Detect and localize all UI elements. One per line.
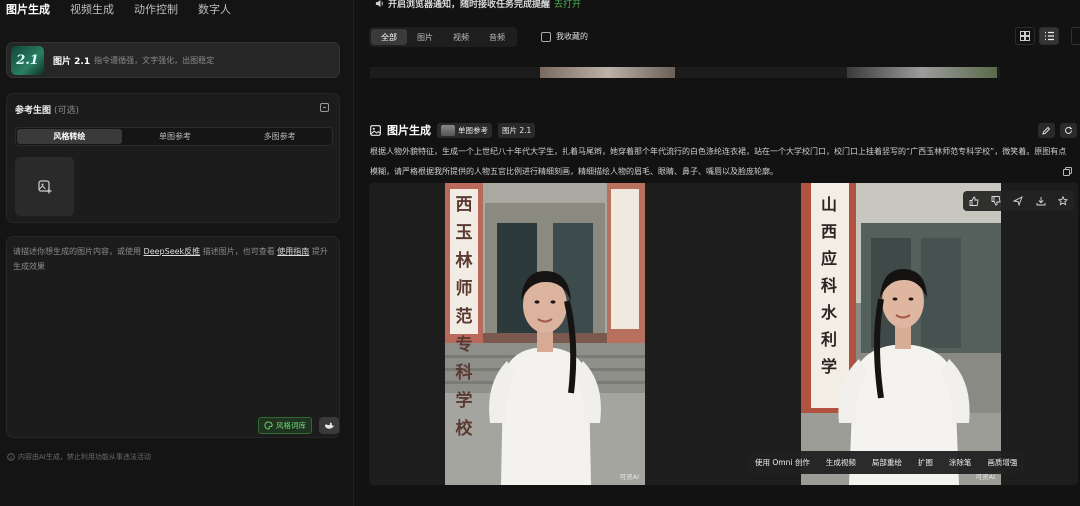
deepseek-link[interactable]: DeepSeek反推 bbox=[144, 247, 201, 256]
watermark: 可灵AI bbox=[619, 473, 639, 481]
upload-image-button[interactable] bbox=[15, 157, 74, 216]
result-canvas: 西玉林师范专科学校 可灵AI 山西应科水利学 可灵AI 使用 Omni 创作 生… bbox=[369, 183, 1078, 485]
download-button[interactable] bbox=[1034, 195, 1047, 208]
filter-videos[interactable]: 视频 bbox=[443, 29, 479, 45]
prompt-input[interactable]: 请描述你想生成的图片内容，或使用 DeepSeek反推 描述图片，也可查看 使用… bbox=[6, 236, 340, 438]
gate-sign-left: 西玉林师范专科学校 bbox=[455, 195, 473, 439]
browser-notice: 开启浏览器通知，随时接收任务完成提醒 去打开 bbox=[375, 0, 581, 10]
tab-single-reference[interactable]: 单图参考 bbox=[123, 128, 228, 145]
top-tabs: 图片生成 视频生成 动作控制 数字人 bbox=[6, 0, 231, 18]
grid-view-button[interactable] bbox=[1015, 27, 1035, 45]
previous-results-strip bbox=[370, 67, 1000, 78]
edit-button[interactable] bbox=[1038, 123, 1055, 138]
notice-text: 开启浏览器通知，随时接收任务完成提醒 bbox=[388, 0, 551, 10]
view-toggle bbox=[1015, 27, 1059, 45]
favorites-label: 我收藏的 bbox=[556, 32, 588, 41]
model-selector[interactable]: 2.1 图片 2.1 指令遵循强，文字强化，出图稳定 bbox=[6, 42, 340, 78]
star-icon bbox=[1057, 196, 1068, 206]
generation-title: 图片生成 bbox=[387, 124, 431, 137]
filter-all[interactable]: 全部 bbox=[371, 29, 407, 45]
generate-video-button[interactable]: 生成视频 bbox=[818, 457, 864, 468]
tab-multi-reference[interactable]: 多图参考 bbox=[227, 128, 332, 145]
palette-icon bbox=[264, 421, 273, 430]
guide-link[interactable]: 使用指南 bbox=[277, 247, 309, 256]
dislike-button[interactable] bbox=[990, 195, 1003, 208]
style-library-button[interactable]: 风格词库 bbox=[258, 417, 312, 434]
thumbs-down-icon bbox=[991, 196, 1001, 206]
speaker-icon bbox=[375, 0, 383, 7]
reference-section: 参考生图 (可选) 风格转绘 单图参考 多图参考 bbox=[6, 93, 340, 223]
tab-digital-human[interactable]: 数字人 bbox=[198, 1, 231, 17]
outpaint-button[interactable]: 扩图 bbox=[910, 457, 941, 468]
prev-image[interactable] bbox=[540, 67, 675, 78]
type-filter: 全部 图片 视频 音频 bbox=[369, 27, 517, 47]
share-button[interactable] bbox=[1012, 195, 1025, 208]
thumbs-up-icon bbox=[969, 196, 979, 206]
panel-edge-button[interactable] bbox=[1071, 27, 1080, 45]
gate-sign-right: 山西应科水利学 bbox=[820, 195, 837, 376]
reference-mode-tabs: 风格转绘 单图参考 多图参考 bbox=[15, 127, 333, 146]
enable-notifications-link[interactable]: 去打开 bbox=[554, 0, 581, 10]
left-panel: 图片生成 视频生成 动作控制 数字人 2.1 图片 2.1 指令遵循强，文字强化… bbox=[0, 0, 354, 506]
like-button[interactable] bbox=[968, 195, 981, 208]
grid-icon bbox=[1020, 31, 1030, 41]
download-icon bbox=[1036, 197, 1046, 206]
generated-image[interactable]: 山西应科水利学 可灵AI bbox=[801, 183, 1001, 485]
omni-create-button[interactable]: 使用 Omni 创作 bbox=[747, 457, 818, 468]
model-name: 图片 2.1 bbox=[53, 56, 91, 67]
upscale-button[interactable]: 画质增强 bbox=[979, 457, 1025, 468]
send-icon bbox=[1013, 196, 1024, 206]
tab-video-generation[interactable]: 视频生成 bbox=[70, 1, 114, 17]
style-library-label: 风格词库 bbox=[276, 421, 306, 430]
tag-model[interactable]: 图片 2.1 bbox=[498, 122, 536, 138]
generated-image-art bbox=[445, 183, 645, 485]
disclaimer: 内容由AI生成，禁止利用功能从事违法活动 bbox=[7, 452, 151, 462]
filter-images[interactable]: 图片 bbox=[407, 29, 443, 45]
results-panel: 开启浏览器通知，随时接收任务完成提醒 去打开 全部 图片 视频 音频 我收藏的 … bbox=[355, 0, 1080, 506]
generated-image[interactable]: 西玉林师范专科学校 可灵AI bbox=[445, 183, 645, 485]
generation-prompt: 根据人物外貌特征，生成一个上世纪八十年代大学生，扎着马尾辫，她穿着那个年代流行的… bbox=[370, 147, 1067, 176]
generation-header: 图片生成 单图参考 图片 2.1 bbox=[370, 122, 536, 138]
tab-image-generation[interactable]: 图片生成 bbox=[6, 1, 50, 17]
reference-thumbnail bbox=[441, 124, 455, 136]
disclaimer-text: 内容由AI生成，禁止利用功能从事违法活动 bbox=[18, 453, 151, 461]
reference-optional: (可选) bbox=[54, 106, 80, 116]
model-description: 指令遵循强，文字强化，出图稳定 bbox=[94, 55, 215, 65]
inpaint-button[interactable]: 局部重绘 bbox=[864, 457, 910, 468]
list-icon bbox=[1044, 31, 1054, 41]
prev-image[interactable] bbox=[847, 67, 997, 78]
collapse-icon[interactable] bbox=[320, 103, 329, 112]
whale-icon bbox=[324, 422, 334, 429]
list-view-button[interactable] bbox=[1039, 27, 1059, 45]
favorites-checkbox[interactable] bbox=[541, 31, 551, 42]
tab-style-transfer[interactable]: 风格转绘 bbox=[17, 129, 122, 144]
refresh-icon bbox=[1065, 126, 1073, 134]
eraser-button[interactable]: 涂除笔 bbox=[941, 457, 980, 468]
tab-motion-control[interactable]: 动作控制 bbox=[134, 1, 178, 17]
copy-icon[interactable] bbox=[1063, 167, 1072, 176]
image-tools-bar: 使用 Omni 创作 生成视频 局部重绘 扩图 涂除笔 画质增强 bbox=[747, 451, 1026, 474]
pencil-icon bbox=[1042, 126, 1051, 135]
filter-audio[interactable]: 音频 bbox=[479, 29, 515, 45]
model-logo: 2.1 bbox=[11, 45, 44, 75]
prompt-placeholder: 请描述你想生成的图片内容，或使用 DeepSeek反推 描述图片，也可查看 使用… bbox=[13, 247, 328, 271]
favorites-filter[interactable]: 我收藏的 bbox=[541, 31, 588, 42]
add-image-icon bbox=[37, 179, 51, 193]
tag-single-reference[interactable]: 单图参考 bbox=[437, 122, 492, 138]
image-icon bbox=[370, 124, 381, 136]
image-action-bar bbox=[963, 191, 1074, 211]
reference-title: 参考生图 (可选) bbox=[15, 106, 80, 116]
regenerate-button[interactable] bbox=[1060, 123, 1077, 138]
favorite-button[interactable] bbox=[1056, 195, 1069, 208]
deepseek-button[interactable] bbox=[319, 417, 339, 434]
info-icon bbox=[7, 453, 15, 461]
generation-actions bbox=[1038, 123, 1077, 138]
